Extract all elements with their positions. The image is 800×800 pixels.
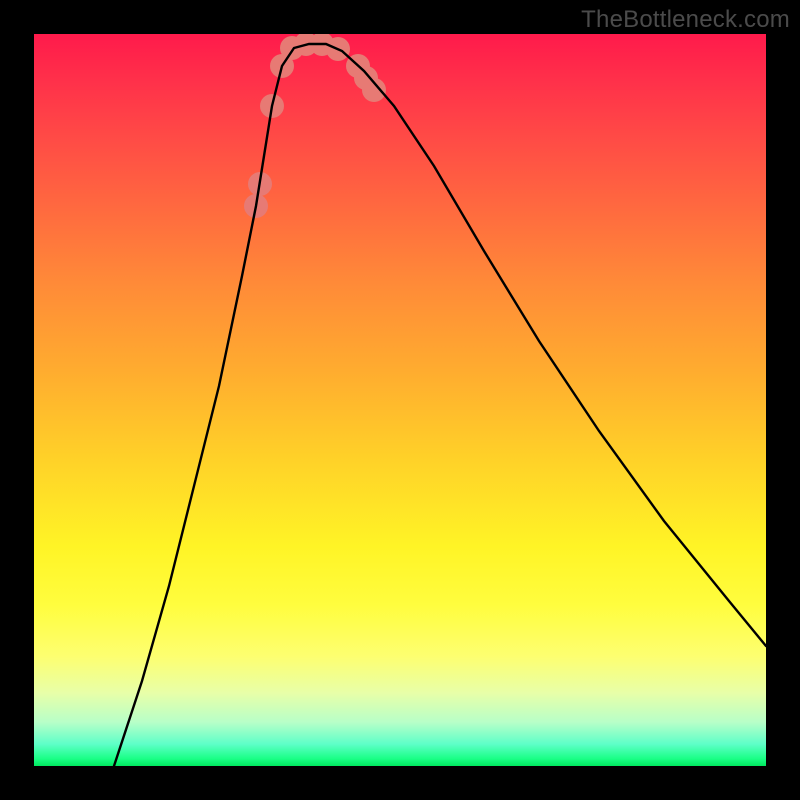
chart-frame: TheBottleneck.com bbox=[0, 0, 800, 800]
curve-layer bbox=[34, 34, 766, 766]
watermark-text: TheBottleneck.com bbox=[581, 6, 790, 34]
bottleneck-curve bbox=[114, 44, 766, 766]
plot-area bbox=[34, 34, 766, 766]
highlight-dots bbox=[244, 34, 386, 218]
